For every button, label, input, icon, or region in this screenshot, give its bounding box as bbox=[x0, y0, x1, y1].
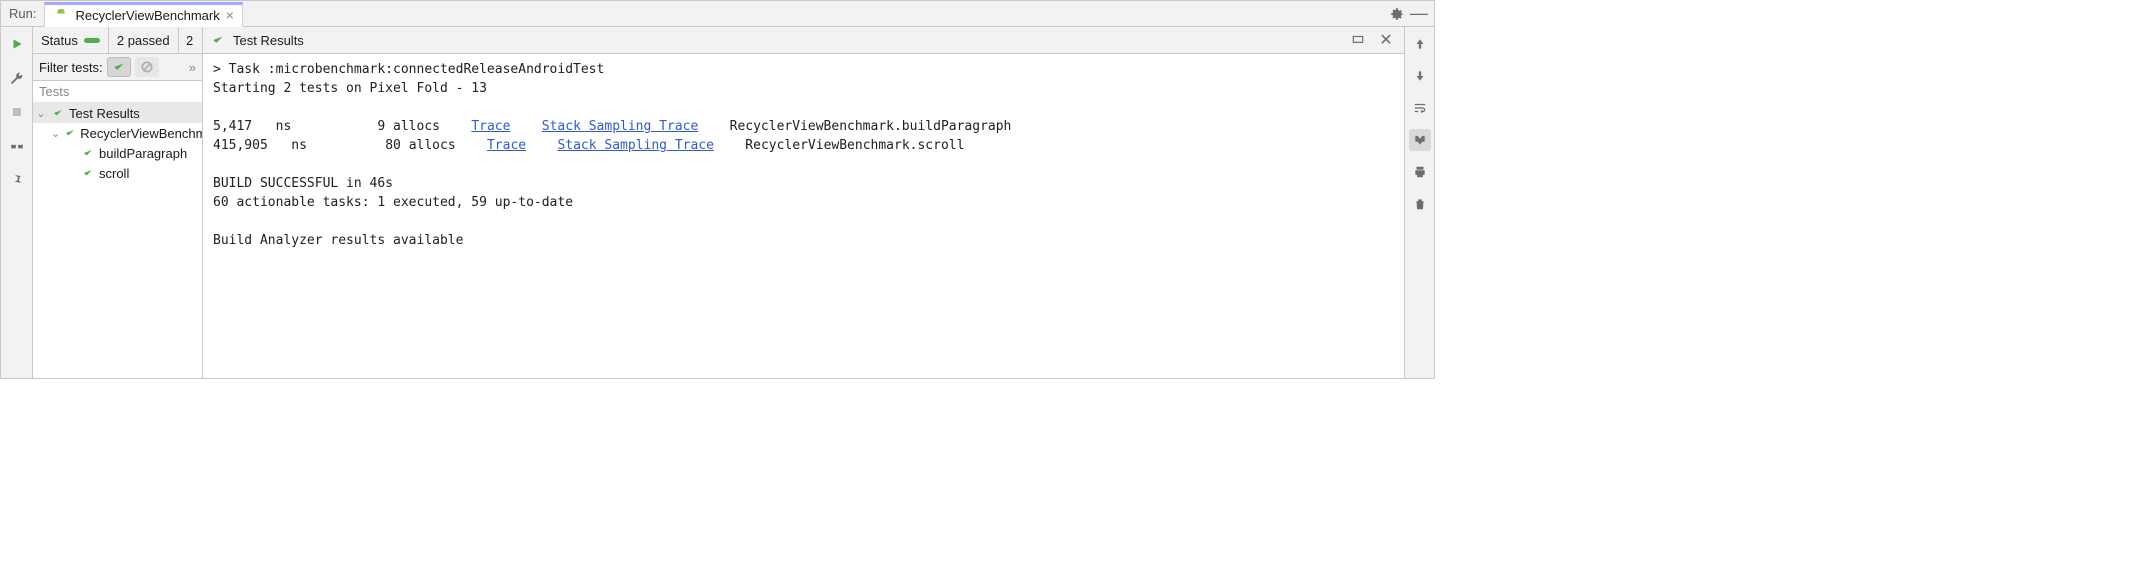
tree-suite-label: RecyclerViewBenchmark bbox=[80, 126, 202, 141]
wrench-icon[interactable] bbox=[6, 67, 28, 89]
console-line: Build Analyzer results available bbox=[213, 233, 463, 248]
filter-label: Filter tests: bbox=[39, 60, 103, 75]
print-icon[interactable] bbox=[1409, 161, 1431, 183]
trace-link[interactable]: Trace bbox=[471, 119, 510, 134]
tab-title: RecyclerViewBenchmark bbox=[75, 8, 219, 23]
check-icon bbox=[64, 126, 76, 140]
down-arrow-icon[interactable] bbox=[1409, 65, 1431, 87]
console-panel: Test Results ✕ > Task :microbenchmark:co… bbox=[203, 27, 1404, 378]
console-line: BUILD SUCCESSFUL in 46s bbox=[213, 176, 393, 191]
status-row: Status 2 passed 2 bbox=[33, 27, 202, 54]
check-icon bbox=[211, 33, 225, 47]
bench-allocs: 80 allocs bbox=[385, 138, 455, 153]
bench-ns: ns bbox=[276, 119, 292, 134]
status-pass-bar bbox=[84, 38, 100, 43]
console-line: Starting 2 tests on Pixel Fold - 13 bbox=[213, 81, 487, 96]
screenshot-icon[interactable] bbox=[1348, 30, 1368, 50]
check-icon bbox=[51, 106, 65, 120]
tests-column-header: Tests bbox=[33, 81, 202, 103]
up-arrow-icon[interactable] bbox=[1409, 33, 1431, 55]
tree-test[interactable]: buildParagraph bbox=[33, 143, 202, 163]
close-icon[interactable]: ✕ bbox=[1376, 30, 1396, 50]
gear-icon[interactable] bbox=[1386, 3, 1408, 25]
minimize-icon[interactable]: — bbox=[1408, 3, 1430, 25]
chevron-down-icon[interactable]: ⌄ bbox=[51, 127, 60, 140]
close-icon[interactable]: × bbox=[226, 7, 234, 23]
run-config-tab[interactable]: RecyclerViewBenchmark × bbox=[44, 2, 242, 27]
console-output[interactable]: > Task :microbenchmark:connectedReleaseA… bbox=[203, 54, 1404, 378]
console-line: 60 actionable tasks: 1 executed, 59 up-t… bbox=[213, 195, 573, 210]
passed-cell[interactable]: 2 passed bbox=[109, 27, 179, 53]
total-cell[interactable]: 2 bbox=[179, 27, 201, 53]
left-toolbar bbox=[1, 27, 33, 378]
expand-icon[interactable]: » bbox=[189, 60, 196, 75]
right-toolbar bbox=[1404, 27, 1434, 378]
show-ignored-toggle[interactable] bbox=[135, 57, 159, 77]
android-icon bbox=[53, 7, 69, 23]
stop-button[interactable] bbox=[6, 101, 28, 123]
tree-test-label: buildParagraph bbox=[99, 146, 187, 161]
tests-header-label: Tests bbox=[39, 84, 69, 99]
test-tree-panel: Status 2 passed 2 Filter tests: » Tests bbox=[33, 27, 203, 378]
run-tab-strip: Run: RecyclerViewBenchmark × — bbox=[1, 1, 1434, 27]
stack-trace-link[interactable]: Stack Sampling Trace bbox=[542, 119, 699, 134]
tree-suite[interactable]: ⌄ RecyclerViewBenchmark bbox=[33, 123, 202, 143]
scroll-to-end-icon[interactable] bbox=[1409, 129, 1431, 151]
show-passed-toggle[interactable] bbox=[107, 57, 131, 77]
tree-test-label: scroll bbox=[99, 166, 129, 181]
status-label: Status bbox=[41, 33, 78, 48]
bench-name: RecyclerViewBenchmark.scroll bbox=[745, 138, 964, 153]
pin-icon[interactable] bbox=[6, 169, 28, 191]
layout-icon[interactable] bbox=[6, 135, 28, 157]
check-icon bbox=[81, 166, 95, 180]
total-count: 2 bbox=[186, 33, 193, 48]
bench-ns: ns bbox=[291, 138, 307, 153]
rerun-button[interactable] bbox=[6, 33, 28, 55]
soft-wrap-icon[interactable] bbox=[1409, 97, 1431, 119]
console-title: Test Results bbox=[233, 33, 304, 48]
stack-trace-link[interactable]: Stack Sampling Trace bbox=[557, 138, 714, 153]
filter-row: Filter tests: » bbox=[33, 54, 202, 81]
bench-time: 5,417 bbox=[213, 119, 252, 134]
bench-name: RecyclerViewBenchmark.buildParagraph bbox=[730, 119, 1012, 134]
chevron-down-icon[interactable]: ⌄ bbox=[35, 107, 47, 120]
tree-test[interactable]: scroll bbox=[33, 163, 202, 183]
check-icon bbox=[81, 146, 95, 160]
bench-allocs: 9 allocs bbox=[377, 119, 440, 134]
status-cell[interactable]: Status bbox=[33, 27, 109, 53]
test-tree[interactable]: ⌄ Test Results ⌄ RecyclerViewBenchmark b… bbox=[33, 103, 202, 378]
run-label: Run: bbox=[9, 6, 36, 21]
console-line: > Task :microbenchmark:connectedReleaseA… bbox=[213, 62, 604, 77]
passed-count: 2 passed bbox=[117, 33, 170, 48]
console-header: Test Results ✕ bbox=[203, 27, 1404, 54]
tree-root[interactable]: ⌄ Test Results bbox=[33, 103, 202, 123]
bench-time: 415,905 bbox=[213, 138, 268, 153]
trace-link[interactable]: Trace bbox=[487, 138, 526, 153]
tree-root-label: Test Results bbox=[69, 106, 140, 121]
trash-icon[interactable] bbox=[1409, 193, 1431, 215]
